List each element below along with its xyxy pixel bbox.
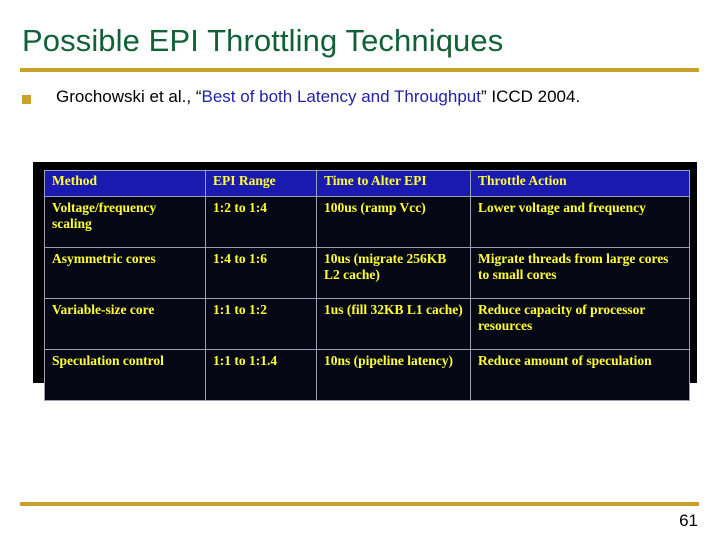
table-row: Speculation control 1:1 to 1:1.4 10ns (p… bbox=[44, 349, 690, 401]
bullet-item-text: Grochowski et al., “Best of both Latency… bbox=[56, 84, 580, 109]
table-header-row: Method EPI Range Time to Alter EPI Throt… bbox=[44, 170, 690, 197]
cell-time-to-alter: 1us (fill 32KB L1 cache) bbox=[316, 298, 471, 350]
cell-time-to-alter: 100us (ramp Vcc) bbox=[316, 196, 471, 248]
cell-throttle-action: Reduce capacity of processor resources bbox=[470, 298, 690, 350]
citation-venue: ICCD 2004. bbox=[486, 87, 581, 106]
cell-epi-range: 1:1 to 1:1.4 bbox=[205, 349, 317, 401]
citation-title: Best of both Latency and Throughput bbox=[201, 87, 481, 106]
epi-throttling-table: Method EPI Range Time to Alter EPI Throt… bbox=[44, 170, 690, 401]
cell-epi-range: 1:4 to 1:6 bbox=[205, 247, 317, 299]
square-bullet-icon bbox=[22, 95, 31, 104]
column-header-epi-range: EPI Range bbox=[205, 170, 317, 197]
page-title: Possible EPI Throttling Techniques bbox=[22, 23, 504, 58]
column-header-time-to-alter: Time to Alter EPI bbox=[316, 170, 471, 197]
cell-method: Asymmetric cores bbox=[44, 247, 206, 299]
column-header-throttle-action: Throttle Action bbox=[470, 170, 690, 197]
cell-time-to-alter: 10us (migrate 256KB L2 cache) bbox=[316, 247, 471, 299]
cell-time-to-alter: 10ns (pipeline latency) bbox=[316, 349, 471, 401]
footer-divider-rule bbox=[20, 502, 699, 506]
cell-epi-range: 1:2 to 1:4 bbox=[205, 196, 317, 248]
cell-epi-range: 1:1 to 1:2 bbox=[205, 298, 317, 350]
cell-throttle-action: Migrate threads from large cores to smal… bbox=[470, 247, 690, 299]
cell-method: Variable-size core bbox=[44, 298, 206, 350]
table-row: Asymmetric cores 1:4 to 1:6 10us (migrat… bbox=[44, 247, 690, 299]
table-row: Voltage/frequency scaling 1:2 to 1:4 100… bbox=[44, 196, 690, 248]
slide: Possible EPI Throttling Techniques Groch… bbox=[0, 0, 720, 540]
page-number: 61 bbox=[679, 511, 698, 530]
column-header-method: Method bbox=[44, 170, 206, 197]
title-divider-rule bbox=[20, 68, 699, 72]
cell-throttle-action: Reduce amount of speculation bbox=[470, 349, 690, 401]
cell-throttle-action: Lower voltage and frequency bbox=[470, 196, 690, 248]
cell-method: Voltage/frequency scaling bbox=[44, 196, 206, 248]
table-frame: Method EPI Range Time to Alter EPI Throt… bbox=[33, 162, 697, 401]
cell-method: Speculation control bbox=[44, 349, 206, 401]
citation-authors: Grochowski et al., bbox=[56, 87, 196, 106]
table-row: Variable-size core 1:1 to 1:2 1us (fill … bbox=[44, 298, 690, 350]
bullet-list-item: Grochowski et al., “Best of both Latency… bbox=[22, 84, 694, 109]
